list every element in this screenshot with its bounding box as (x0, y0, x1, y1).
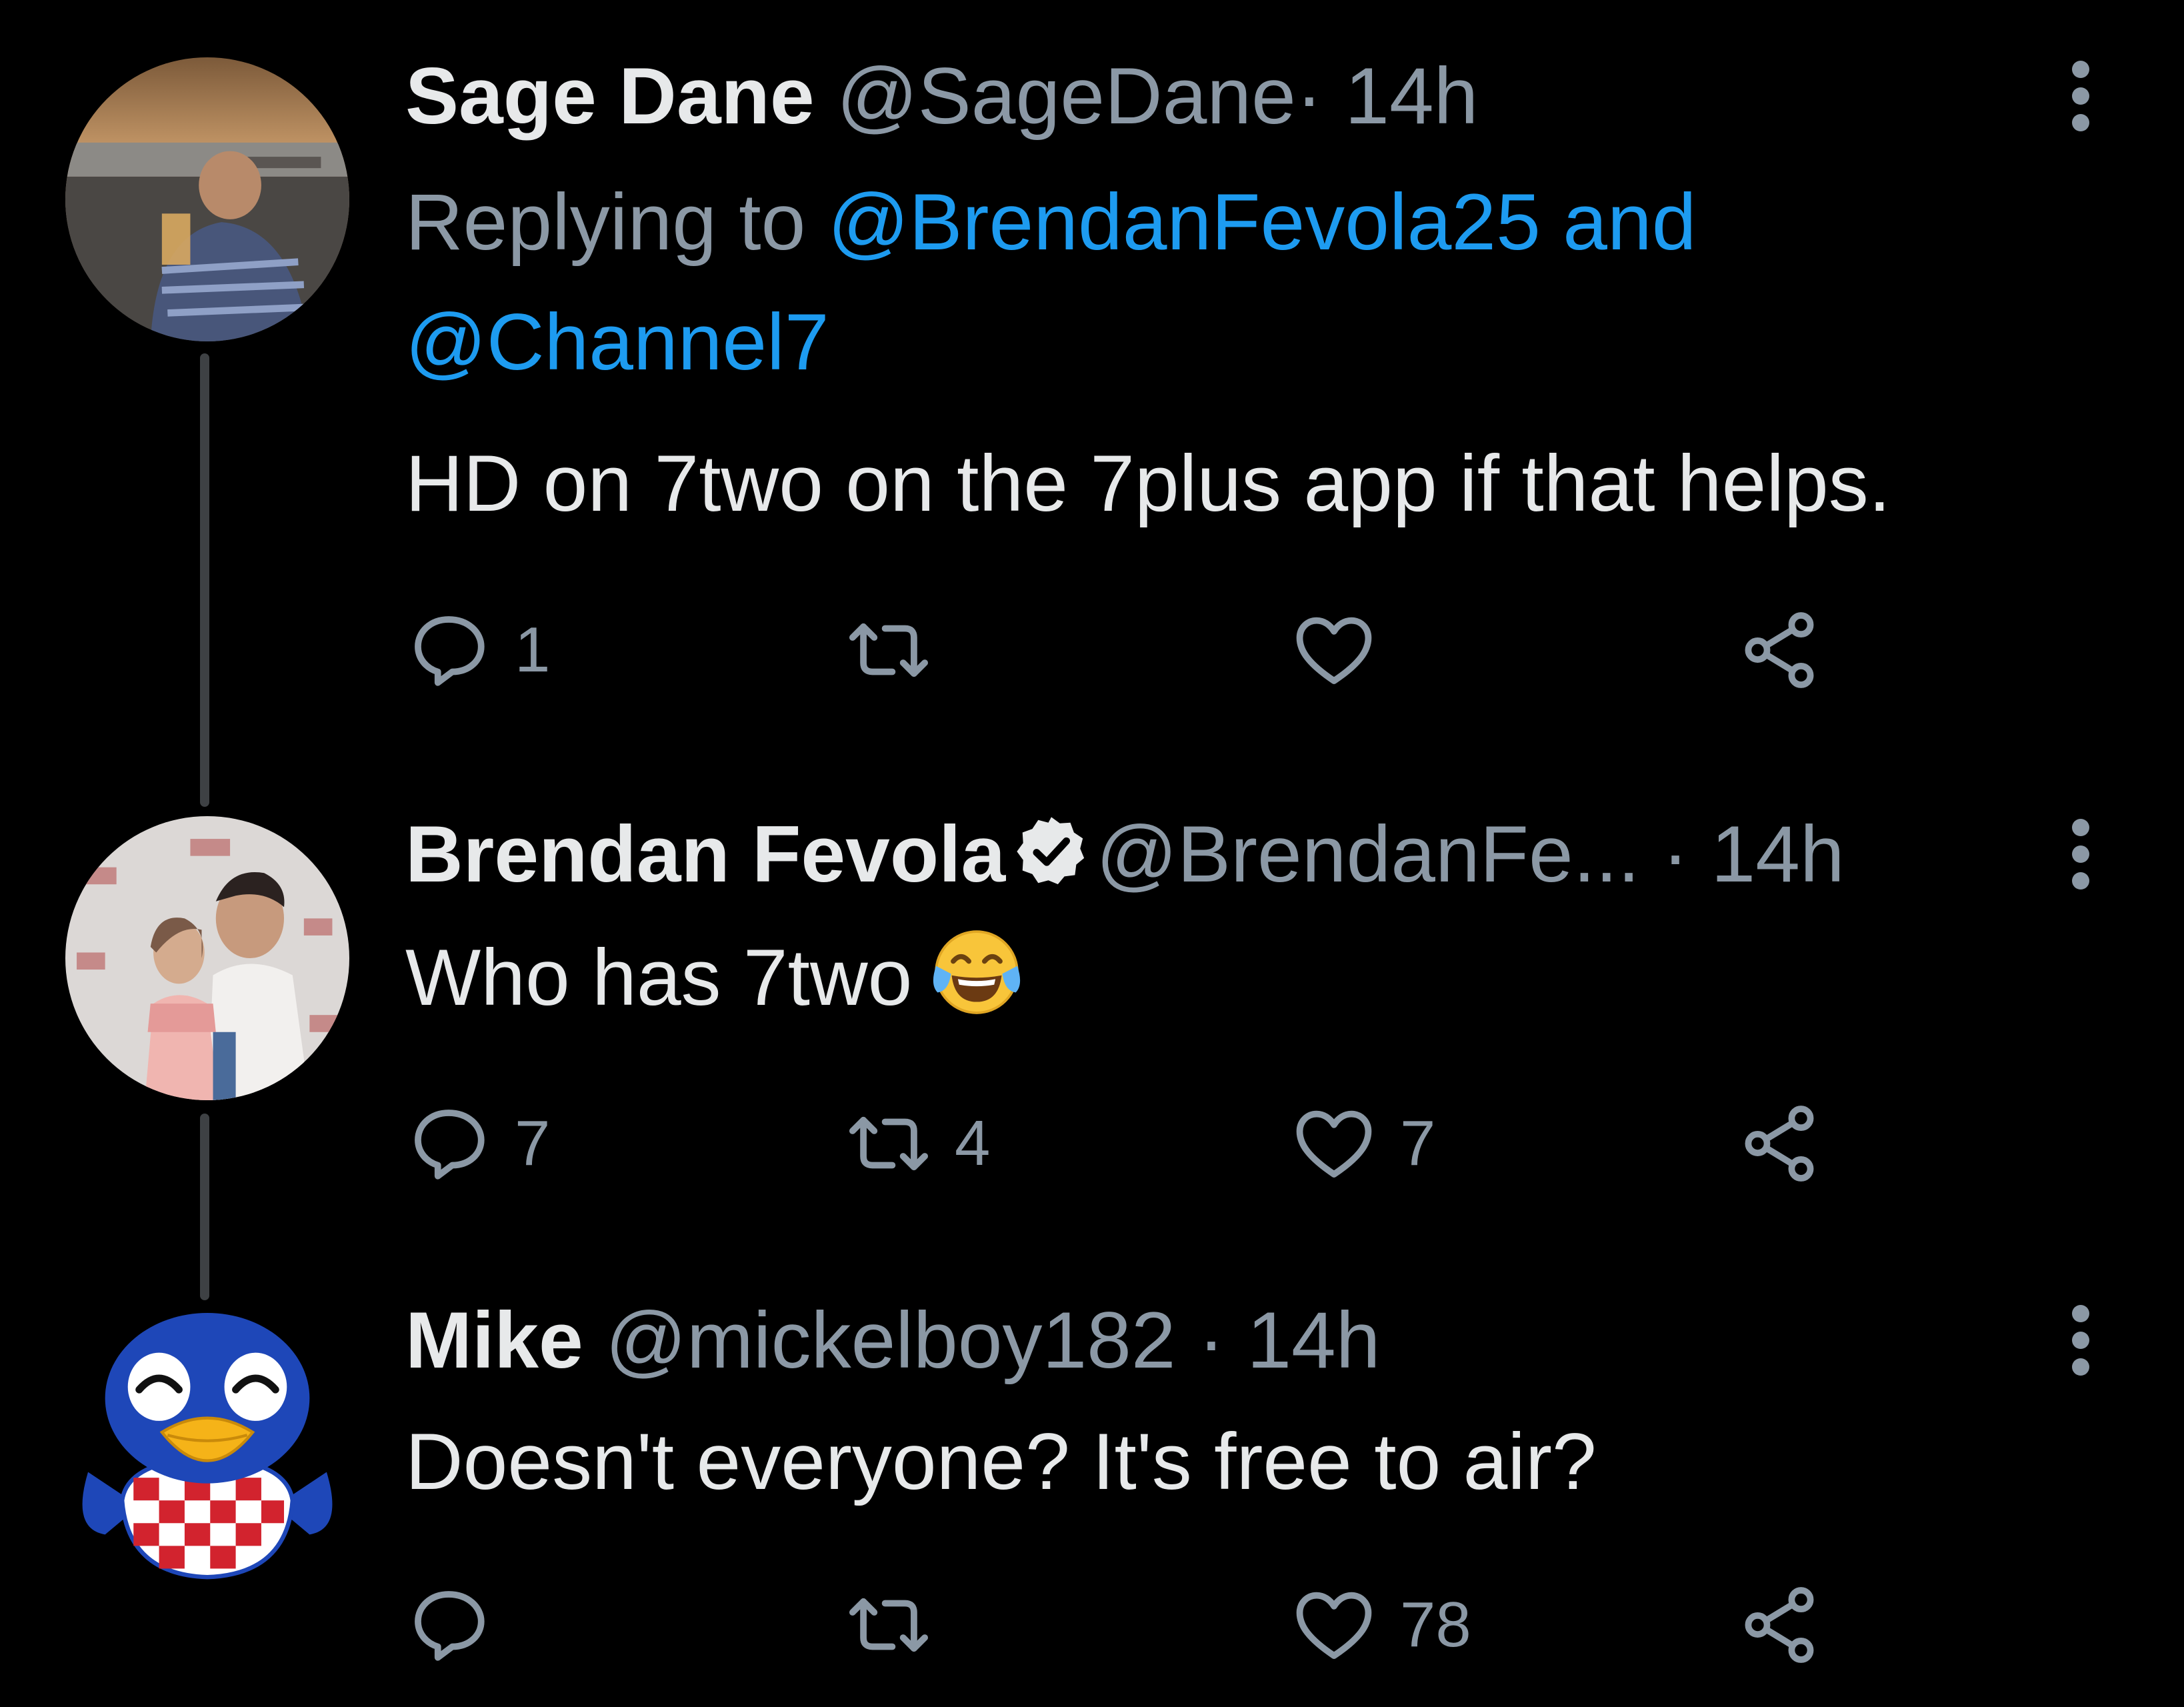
user-handle[interactable]: @SageDane (837, 51, 1296, 141)
avatar-mike[interactable] (65, 1302, 349, 1586)
separator-dot: · (1295, 51, 1323, 141)
heart-icon (1296, 617, 1372, 684)
like-button[interactable]: 78 (1291, 1575, 1471, 1675)
reply-count: 7 (515, 1108, 551, 1179)
retweet-button[interactable] (845, 600, 955, 700)
share-icon (1745, 1106, 1814, 1182)
tweet-header: Brendan Fevola @BrendanFe... · 14h (405, 804, 1845, 904)
tweet-text: Doesn't everyone? It's free to air? (405, 1417, 1597, 1506)
tweet-actions: 1 (405, 600, 2072, 700)
user-handle[interactable]: @BrendanFe... (1096, 809, 1640, 899)
reply-button[interactable]: 7 (405, 1094, 550, 1194)
share-button[interactable] (1736, 600, 1823, 700)
retweet-button[interactable] (845, 1575, 955, 1675)
tweet-text-content: Who has 7two (405, 933, 913, 1022)
share-icon (1745, 612, 1814, 688)
retweet-icon (849, 1116, 929, 1171)
more-options-icon[interactable] (2060, 804, 2100, 904)
reply-icon (415, 1110, 485, 1180)
separator-dot: · (1198, 1296, 1225, 1385)
more-options-icon[interactable] (2060, 1290, 2100, 1390)
retweet-icon (849, 623, 929, 677)
reply-icon (415, 616, 485, 686)
mention-link[interactable]: @Channel7 (405, 297, 829, 387)
display-name[interactable]: Brendan Fevola (405, 809, 1005, 899)
mention-and[interactable]: and (1563, 177, 1696, 267)
retweet-count: 4 (955, 1108, 991, 1179)
heart-icon (1296, 1592, 1372, 1659)
tweet-actions: 7 4 7 (405, 1094, 2072, 1194)
tweet-header: Mike @mickelboy182 · 14h (405, 1290, 1381, 1390)
thread-connector-line (200, 353, 209, 807)
timestamp[interactable]: 14h (1711, 809, 1844, 899)
user-handle[interactable]: @mickelboy182 (605, 1296, 1176, 1385)
avatar-sage-dane[interactable] (65, 57, 349, 341)
share-button[interactable] (1736, 1575, 1823, 1675)
reply-button[interactable] (405, 1575, 515, 1675)
retweet-icon (849, 1598, 929, 1652)
like-button[interactable]: 7 (1291, 1094, 1435, 1194)
like-button[interactable] (1291, 600, 1400, 700)
tweet-text: HD on 7two on the 7plus app if that help… (405, 439, 1891, 528)
avatar-brendan-fevola[interactable] (65, 816, 349, 1100)
share-icon (1745, 1587, 1814, 1663)
display-name[interactable]: Mike (405, 1296, 583, 1385)
share-button[interactable] (1736, 1094, 1823, 1194)
face-with-tears-of-joy-icon (933, 930, 1021, 1014)
timestamp[interactable]: 14h (1247, 1296, 1380, 1385)
thread-connector-line (200, 1114, 209, 1300)
reply-count: 1 (515, 614, 551, 685)
replying-to: Replying to @BrendanFevola25 and @Channe… (405, 162, 2112, 402)
display-name[interactable]: Sage Dane (405, 51, 815, 141)
tweet-text: Who has 7two (405, 922, 1027, 1028)
like-count: 78 (1400, 1589, 1471, 1660)
timestamp[interactable]: 14h (1345, 51, 1478, 141)
verified-badge-icon (1017, 817, 1085, 885)
tweet-actions: 78 (405, 1575, 2072, 1675)
tweet-header: Sage Dane @SageDane· 14h (405, 46, 1478, 146)
reply-icon (415, 1591, 485, 1661)
heart-icon (1296, 1110, 1372, 1178)
like-count: 7 (1400, 1108, 1436, 1179)
more-options-icon[interactable] (2060, 46, 2100, 146)
retweet-button[interactable]: 4 (845, 1094, 990, 1194)
replying-to-label: Replying to (405, 177, 806, 267)
mention-link[interactable]: @BrendanFevola25 (828, 177, 1541, 267)
separator-dot: · (1662, 809, 1689, 899)
reply-button[interactable]: 1 (405, 600, 550, 700)
